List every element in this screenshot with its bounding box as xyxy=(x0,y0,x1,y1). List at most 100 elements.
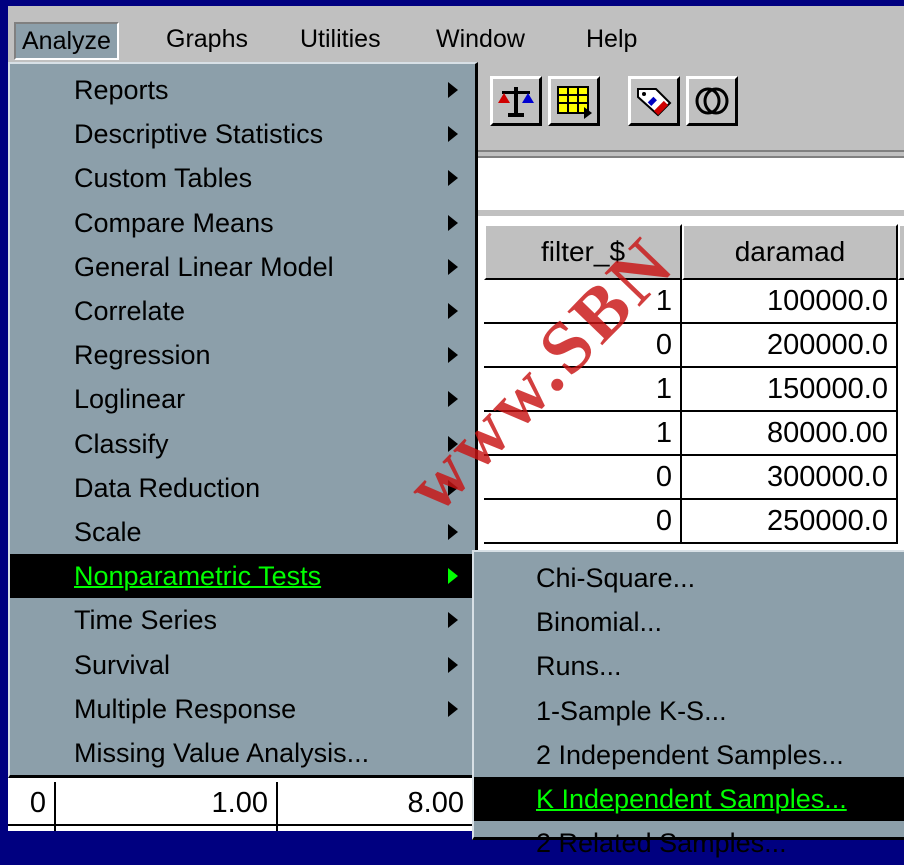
menu-item-label: Regression xyxy=(74,340,211,371)
column-header-next[interactable] xyxy=(898,224,904,280)
submenu-arrow-icon xyxy=(448,524,458,540)
submenu-arrow-icon xyxy=(448,214,458,231)
menu-item-label: Loglinear xyxy=(74,384,186,415)
table-cell[interactable]: 0 xyxy=(8,782,56,826)
table-cell[interactable]: 300000.0 xyxy=(682,456,898,500)
menu-item-label: Compare Means xyxy=(74,207,274,238)
value-labels-button[interactable] xyxy=(628,76,680,126)
value-labels-icon xyxy=(637,88,672,117)
table-cell[interactable]: 0 xyxy=(484,500,682,544)
column-header-daramad[interactable]: daramad xyxy=(682,224,898,280)
select-cases-icon xyxy=(557,86,592,119)
table-cell[interactable]: 150000.0 xyxy=(682,368,898,412)
table-cell[interactable]: 0 xyxy=(8,826,56,831)
menu-item-reports[interactable]: Reports xyxy=(10,68,475,112)
submenu-item-label: 2 Independent Samples... xyxy=(536,739,844,770)
submenu-item-label: 1-Sample K-S... xyxy=(536,695,727,726)
menu-item-label: Missing Value Analysis... xyxy=(74,738,370,768)
menu-item-label: Classify xyxy=(74,428,169,459)
menu-graphs[interactable]: Graphs xyxy=(160,22,254,56)
menu-item-label: Descriptive Statistics xyxy=(74,119,324,150)
menu-item-multiple-response[interactable]: Multiple Response xyxy=(10,687,475,731)
menu-item-data-reduction[interactable]: Data Reduction xyxy=(10,466,475,510)
menu-utilities[interactable]: Utilities xyxy=(294,22,387,56)
submenu-item-label: Runs... xyxy=(536,651,622,682)
column-header-filter[interactable]: filter_$ xyxy=(484,224,682,280)
menu-analyze[interactable]: Analyze xyxy=(14,22,119,60)
menu-item-nonparametric-tests[interactable]: Nonparametric Tests xyxy=(10,554,475,599)
submenu-arrow-icon xyxy=(448,435,458,452)
menu-item-label: Correlate xyxy=(74,296,186,326)
table-cell[interactable]: 2.00 xyxy=(56,826,278,831)
menu-item-label: Survival xyxy=(74,649,171,680)
table-cell[interactable]: 80000.00 xyxy=(682,412,898,456)
submenu-item-label: 2 Related Samples... xyxy=(536,828,787,859)
menu-item-label: Nonparametric Tests xyxy=(74,561,322,592)
submenu-item-k-independent-samples[interactable]: K Independent Samples... xyxy=(474,777,904,821)
cell-editor-field[interactable] xyxy=(478,156,904,210)
submenu-arrow-icon xyxy=(448,347,458,364)
menu-item-loglinear[interactable]: Loglinear xyxy=(10,377,475,421)
submenu-item-label: K Independent Samples... xyxy=(536,784,847,814)
submenu-item-2-independent-samples[interactable]: 2 Independent Samples... xyxy=(474,733,904,777)
menu-item-general-linear-model[interactable]: General Linear Model xyxy=(10,245,475,289)
weigh-cases-button[interactable] xyxy=(490,76,542,126)
submenu-arrow-icon xyxy=(448,479,458,496)
nonparametric-submenu: Chi-Square... Binomial... Runs... 1-Sample … xyxy=(472,550,904,858)
submenu-arrow-icon xyxy=(448,303,458,319)
menu-item-missing-value-analysis[interactable]: Missing Value Analysis... xyxy=(10,731,475,775)
menu-item-label: Data Reduction xyxy=(74,472,261,503)
menu-help[interactable]: Help xyxy=(580,22,643,56)
menu-item-classify[interactable]: Classify xyxy=(10,422,475,466)
menu-item-label: General Linear Model xyxy=(74,251,334,282)
table-cell[interactable]: 8.00 xyxy=(278,782,474,826)
use-sets-button[interactable] xyxy=(686,76,738,126)
table-cell[interactable]: 7.00 xyxy=(278,826,474,831)
table-cell[interactable]: 100000.0 xyxy=(682,280,898,324)
table-cell[interactable]: 1 xyxy=(484,368,682,412)
submenu-item-1-sample-k-s[interactable]: 1-Sample K-S... xyxy=(474,689,904,733)
submenu-item-2-related-samples[interactable]: 2 Related Samples... xyxy=(474,821,904,865)
menu-item-custom-tables[interactable]: Custom Tables xyxy=(10,156,475,200)
menu-bar: Analyze Graphs Utilities Window Help xyxy=(8,14,904,62)
menu-item-time-series[interactable]: Time Series xyxy=(10,598,475,642)
submenu-arrow-icon xyxy=(448,612,458,629)
menu-window[interactable]: Window xyxy=(430,22,531,56)
menu-item-compare-means[interactable]: Compare Means xyxy=(10,201,475,245)
select-cases-button[interactable] xyxy=(548,76,600,126)
table-cell[interactable]: 0 xyxy=(484,324,682,368)
menu-item-correlate[interactable]: Correlate xyxy=(10,289,475,333)
toolbar xyxy=(478,68,904,152)
menu-item-regression[interactable]: Regression xyxy=(10,333,475,377)
submenu-arrow-icon xyxy=(448,82,458,98)
submenu-arrow-icon xyxy=(448,656,458,673)
menu-item-label: Reports xyxy=(74,75,169,105)
table-cell[interactable]: 1 xyxy=(484,412,682,456)
submenu-arrow-icon xyxy=(448,170,458,187)
menu-item-label: Time Series xyxy=(74,605,218,636)
table-cell[interactable]: 250000.0 xyxy=(682,500,898,544)
submenu-item-chi-square[interactable]: Chi-Square... xyxy=(474,556,904,600)
menu-item-label: Scale xyxy=(74,517,142,547)
submenu-arrow-icon xyxy=(448,391,458,408)
menu-item-label: Multiple Response xyxy=(74,693,297,724)
menu-item-scale[interactable]: Scale xyxy=(10,510,475,554)
submenu-arrow-icon xyxy=(448,700,458,717)
submenu-item-label: Binomial... xyxy=(536,607,663,638)
menu-item-descriptive-statistics[interactable]: Descriptive Statistics xyxy=(10,112,475,156)
table-cell[interactable]: 200000.0 xyxy=(682,324,898,368)
menu-item-survival[interactable]: Survival xyxy=(10,643,475,687)
menu-item-label: Custom Tables xyxy=(74,163,253,194)
table-cell[interactable]: 0 xyxy=(484,456,682,500)
submenu-arrow-icon xyxy=(448,258,458,275)
use-sets-icon xyxy=(695,87,729,115)
submenu-arrow-icon xyxy=(448,126,458,143)
submenu-item-label: Chi-Square... xyxy=(536,563,696,593)
analyze-menu: Reports Descriptive Statistics Custom Tabl… xyxy=(8,62,478,778)
table-cell[interactable]: 1.00 xyxy=(56,782,278,826)
weigh-cases-icon xyxy=(498,87,534,117)
submenu-item-runs[interactable]: Runs... xyxy=(474,644,904,688)
submenu-item-binomial[interactable]: Binomial... xyxy=(474,600,904,644)
table-cell[interactable]: 1 xyxy=(484,280,682,324)
submenu-arrow-icon xyxy=(448,568,458,585)
